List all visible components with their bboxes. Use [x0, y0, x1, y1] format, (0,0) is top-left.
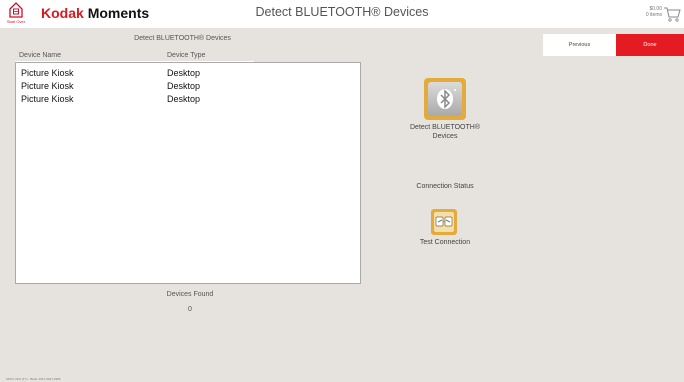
- previous-button[interactable]: Previous: [543, 34, 616, 56]
- device-name: Picture Kiosk: [21, 94, 74, 104]
- start-over-label: Start Over: [6, 19, 26, 24]
- cart-items-count: 0 items: [645, 12, 662, 18]
- cart-summary[interactable]: $0.00 0 items: [646, 6, 662, 18]
- devices-found-label: Devices Found: [166, 291, 214, 298]
- done-button[interactable]: Done: [616, 34, 684, 56]
- device-list[interactable]: Picture Kiosk Desktop Picture Kiosk Desk…: [15, 62, 361, 284]
- brand-moments: Moments: [87, 5, 150, 21]
- device-type: Desktop: [167, 94, 201, 104]
- column-header-device-type: Device Type: [167, 52, 206, 59]
- device-row[interactable]: Picture Kiosk Desktop: [16, 92, 360, 106]
- device-table-title: Detect BLUETOOTH® Devices: [134, 35, 231, 42]
- detect-bluetooth-label: Detect BLUETOOTH® Devices: [395, 124, 495, 141]
- build-info: KPKV V9.0 (TY) - Build: 2017.0327.2365: [6, 377, 61, 381]
- home-icon: [9, 2, 23, 18]
- test-connection-label: Test Connection: [419, 239, 471, 246]
- detect-bluetooth-button[interactable]: [424, 78, 466, 120]
- device-type: Desktop: [167, 81, 201, 91]
- devices-found-count: 0: [188, 306, 192, 313]
- bluetooth-icon: [437, 89, 456, 109]
- detect-bluetooth-label-line2: Devices: [432, 132, 458, 140]
- column-header-device-name: Device Name: [19, 52, 62, 59]
- brand-logo: Kodak Moments: [41, 5, 149, 21]
- device-row[interactable]: Picture Kiosk Desktop: [16, 66, 360, 80]
- start-over-button[interactable]: Start Over: [4, 2, 28, 26]
- device-name: Picture Kiosk: [21, 68, 74, 78]
- brand-kodak: Kodak: [41, 5, 84, 21]
- connection-status-label: Connection Status: [416, 183, 474, 190]
- cart-icon[interactable]: [663, 5, 681, 23]
- device-row[interactable]: Picture Kiosk Desktop: [16, 79, 360, 93]
- test-connection-icon: [435, 216, 453, 227]
- device-name: Picture Kiosk: [21, 81, 74, 91]
- detect-bluetooth-label-line1: Detect BLUETOOTH®: [410, 124, 480, 131]
- device-type: Desktop: [167, 68, 201, 78]
- test-connection-button[interactable]: [431, 209, 457, 235]
